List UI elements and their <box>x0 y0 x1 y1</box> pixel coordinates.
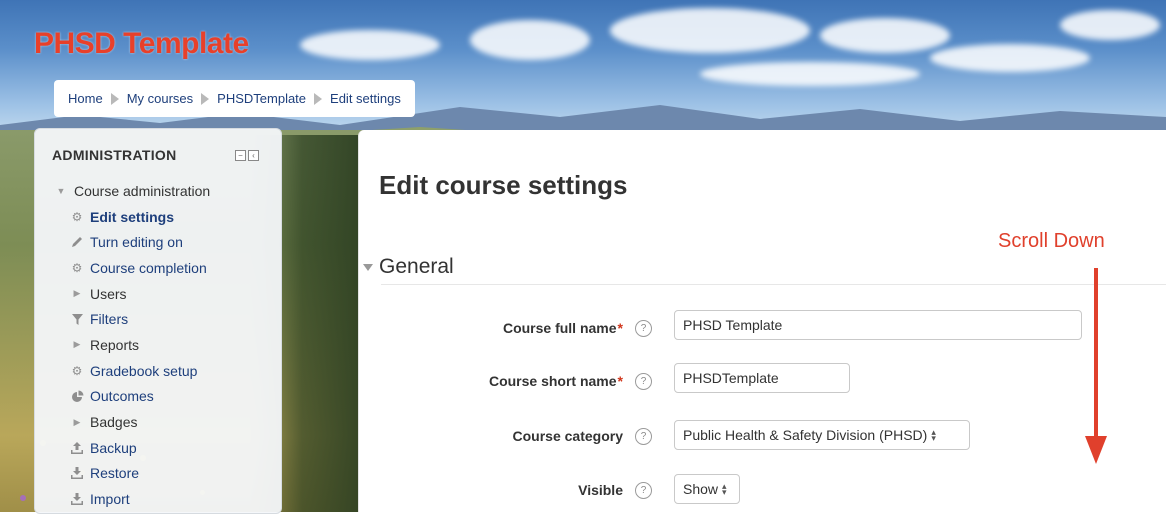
tree-course-administration[interactable]: ▼ Course administration <box>53 178 211 204</box>
cloud <box>700 62 920 86</box>
sidebar-item-label: Gradebook setup <box>90 362 198 379</box>
dock-block-icon[interactable]: ‹ <box>248 150 259 161</box>
gear-icon: ⚙ <box>71 363 83 378</box>
sidebar-item-label: Reports <box>90 336 140 353</box>
select-arrows-icon: ▴ ▾ <box>722 481 727 497</box>
flower <box>20 495 26 501</box>
select-arrows-icon: ▴ ▾ <box>931 427 936 443</box>
breadcrumb-edit-settings[interactable]: Edit settings <box>330 91 401 106</box>
breadcrumb-my-courses[interactable]: My courses <box>127 91 193 106</box>
sidebar-item-reports[interactable]: ▶ Reports <box>53 332 210 358</box>
visible-select[interactable]: Show ▴ ▾ <box>674 474 740 504</box>
sidebar-item-label: Edit settings <box>90 208 175 225</box>
course-short-name-input[interactable] <box>674 363 850 393</box>
course-full-name-input[interactable] <box>674 310 1082 340</box>
sidebar-item-label: Users <box>90 285 127 302</box>
cloud <box>610 8 810 53</box>
sidebar-item-label: Backup <box>90 439 137 456</box>
section-general-toggle[interactable]: General <box>363 255 454 279</box>
sidebar-item-label: Restore <box>90 465 140 482</box>
page-title: Edit course settings <box>379 170 628 200</box>
sidebar-item-gradebook-setup[interactable]: ⚙ Gradebook setup <box>53 358 210 384</box>
sidebar-item-course-completion[interactable]: ⚙ Course completion <box>53 255 210 281</box>
sidebar-item-label: Turn editing on <box>90 234 183 251</box>
breadcrumb-separator-icon <box>110 92 119 105</box>
sidebar-item-import[interactable]: Import <box>53 486 210 512</box>
select-value: Public Health & Safety Division (PHSD) <box>683 427 928 443</box>
cloud <box>1060 10 1160 40</box>
breadcrumb-home[interactable]: Home <box>68 91 103 106</box>
sidebar-item-label: Filters <box>90 311 129 328</box>
sidebar-item-outcomes[interactable]: Outcomes <box>53 384 210 410</box>
sidebar-item-label: Course completion <box>90 259 207 276</box>
tree-label: Course administration <box>74 182 211 199</box>
course-category-select[interactable]: Public Health & Safety Division (PHSD) ▴… <box>674 420 970 450</box>
sidebar-item-users[interactable]: ▶ Users <box>53 281 210 307</box>
arrow-down-icon <box>1094 268 1098 440</box>
sidebar-item-badges[interactable]: ▶ Badges <box>53 409 210 435</box>
breadcrumb-course[interactable]: PHSDTemplate <box>217 91 306 106</box>
upload-icon <box>69 440 85 456</box>
help-icon[interactable]: ? <box>635 320 652 337</box>
caret-down-icon: ▼ <box>56 185 66 196</box>
section-title: General <box>379 255 454 278</box>
sidebar-item-edit-settings[interactable]: ⚙ Edit settings <box>53 204 210 230</box>
pencil-icon <box>69 234 85 250</box>
sidebar-item-restore[interactable]: Restore <box>53 461 210 487</box>
funnel-icon <box>69 311 85 327</box>
pie-chart-icon <box>69 388 85 404</box>
scroll-down-annotation: Scroll Down <box>998 230 1105 252</box>
caret-down-icon <box>363 263 373 271</box>
required-icon: * <box>617 320 623 336</box>
administration-heading: ADMINISTRATION <box>52 147 177 163</box>
download-icon <box>69 465 85 481</box>
cloud <box>930 44 1090 72</box>
field-label: Course full name* <box>502 320 623 336</box>
caret-right-icon: ▶ <box>73 416 81 427</box>
collapse-block-icon[interactable]: − <box>235 150 246 161</box>
cloud <box>820 18 950 53</box>
gear-icon: ⚙ <box>71 260 83 275</box>
main-content: Edit course settings General Course full… <box>358 130 1166 512</box>
sidebar-item-label: Badges <box>90 414 138 431</box>
sidebar-item-turn-editing-on[interactable]: Turn editing on <box>53 229 210 255</box>
caret-right-icon: ▶ <box>73 339 81 350</box>
cloud <box>470 20 590 60</box>
download-icon <box>69 491 85 507</box>
arrow-down-icon-head <box>1085 436 1107 464</box>
field-label: Course short name* <box>488 373 623 389</box>
breadcrumb-separator-icon <box>201 92 210 105</box>
sidebar-item-filters[interactable]: Filters <box>53 306 210 332</box>
sidebar-item-label: Import <box>90 491 130 508</box>
breadcrumb: Home My courses PHSDTemplate Edit settin… <box>54 80 415 117</box>
sidebar-item-backup[interactable]: Backup <box>53 435 210 461</box>
administration-block: ADMINISTRATION − ‹ ▼ Course administrati… <box>34 128 282 514</box>
cloud <box>300 30 440 60</box>
select-value: Show <box>683 481 719 497</box>
help-icon[interactable]: ? <box>635 373 652 390</box>
site-title[interactable]: PHSD Template <box>34 27 249 61</box>
admin-tree: ▼ Course administration ⚙ Edit settings … <box>53 178 211 512</box>
breadcrumb-separator-icon <box>314 92 323 105</box>
block-controls: − ‹ <box>235 150 259 161</box>
section-divider <box>381 284 1166 285</box>
help-icon[interactable]: ? <box>635 482 652 499</box>
field-label: Visible <box>578 482 623 498</box>
caret-right-icon: ▶ <box>73 288 81 299</box>
sidebar-item-label: Outcomes <box>90 388 154 405</box>
field-label: Course category <box>512 428 623 444</box>
gear-icon: ⚙ <box>71 209 83 224</box>
required-icon: * <box>617 373 623 389</box>
help-icon[interactable]: ? <box>635 428 652 445</box>
